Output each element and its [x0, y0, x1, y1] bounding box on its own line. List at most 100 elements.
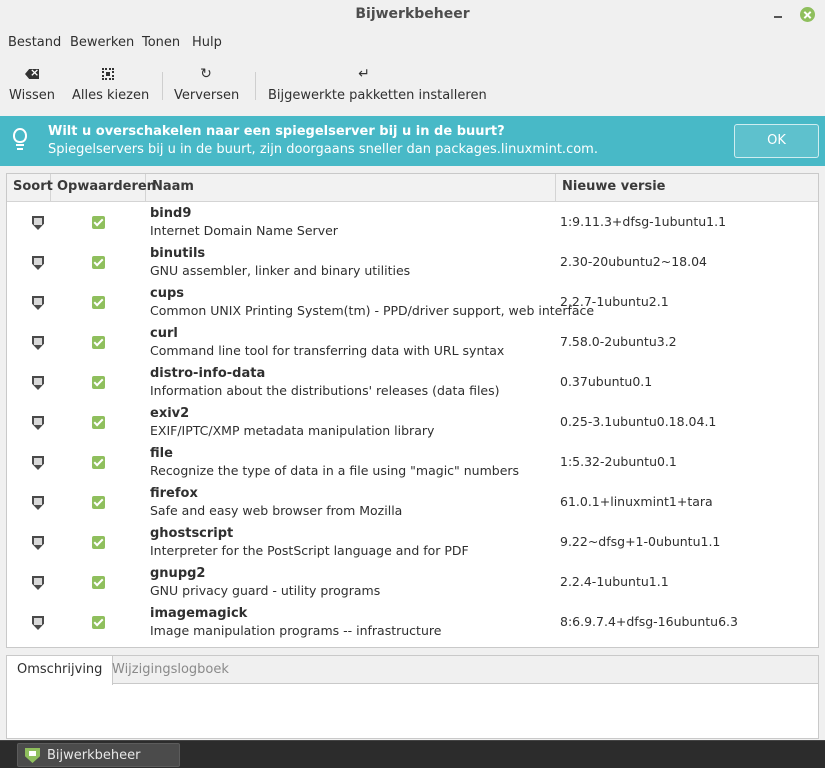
refresh-icon: ↻ [200, 66, 212, 82]
package-description: Common UNIX Printing System(tm) - PPD/dr… [150, 303, 595, 318]
upgrade-checkbox[interactable] [92, 416, 105, 429]
package-description: Safe and easy web browser from Mozilla [150, 503, 403, 518]
window-title: Bijwerkbeheer [355, 6, 470, 22]
package-version: 1:9.11.3+dfsg-1ubuntu1.1 [560, 214, 727, 229]
upgrade-checkbox[interactable] [92, 496, 105, 509]
menu-bestand[interactable]: Bestand [8, 35, 61, 50]
package-name: distro-info-data [150, 366, 266, 381]
column-header-version[interactable]: Nieuwe versie [556, 174, 818, 202]
package-name: curl [150, 326, 178, 341]
package-version: 2.2.4-1ubuntu1.1 [560, 574, 669, 589]
select-all-button[interactable]: Alles kiezen [72, 58, 150, 110]
shield-icon [32, 416, 44, 430]
package-description: Command line tool for transferring data … [150, 343, 505, 358]
list-header: Soort Opwaarderen Naam Nieuwe versie [7, 174, 818, 202]
table-row[interactable]: ghostscript Interpreter for the PostScrip… [7, 522, 818, 562]
upgrade-checkbox[interactable] [92, 576, 105, 589]
table-row[interactable]: exiv2 EXIF/IPTC/XMP metadata manipulation… [7, 402, 818, 442]
package-name: imagemagick [150, 606, 248, 621]
package-name: ghostscript [150, 526, 234, 541]
package-version: 2.30-20ubuntu2~18.04 [560, 254, 707, 269]
upgrade-checkbox[interactable] [92, 336, 105, 349]
menu-tonen[interactable]: Tonen [142, 35, 180, 50]
ok-button[interactable]: OK [734, 124, 819, 158]
install-button[interactable]: ↵ Bijgewerkte pakketten installeren [268, 58, 487, 110]
close-icon[interactable] [800, 7, 815, 22]
package-name: file [150, 446, 173, 461]
package-version: 8:6.9.7.4+dfsg-16ubuntu6.3 [560, 614, 738, 629]
package-description: Information about the distributions' rel… [150, 383, 500, 398]
toolbar-separator [162, 72, 163, 100]
column-header-type[interactable]: Soort [7, 174, 53, 202]
table-row[interactable]: distro-info-data Information about the di… [7, 362, 818, 402]
shield-icon [32, 336, 44, 350]
package-description: Image manipulation programs -- infrastru… [150, 623, 442, 638]
lightbulb-icon [11, 128, 29, 154]
package-description: Interpreter for the PostScript language … [150, 543, 469, 558]
refresh-button[interactable]: ↻ Verversen [174, 58, 240, 110]
tab-changelog[interactable]: Wijzigingslogboek [102, 656, 239, 685]
upgrade-checkbox[interactable] [92, 456, 105, 469]
upgrade-checkbox[interactable] [92, 536, 105, 549]
taskbar-app-button[interactable]: Bijwerkbeheer [17, 743, 180, 767]
mirror-infobar: Wilt u overschakelen naar een spiegelser… [0, 116, 825, 166]
title-bar: Bijwerkbeheer [0, 0, 825, 30]
shield-icon [32, 376, 44, 390]
menu-hulp[interactable]: Hulp [192, 35, 222, 50]
toolbar-separator [255, 72, 256, 100]
upgrade-checkbox[interactable] [92, 376, 105, 389]
package-description: Recognize the type of data in a file usi… [150, 463, 520, 478]
infobar-text: Spiegelservers bij u in de buurt, zijn d… [48, 142, 598, 157]
shield-icon [32, 616, 44, 630]
package-description: Internet Domain Name Server [150, 223, 338, 238]
toolbar: Wissen Alles kiezen ↻ Verversen ↵ Bijgew… [0, 58, 825, 112]
taskbar: Bijwerkbeheer [0, 740, 825, 768]
package-version: 0.37ubuntu0.1 [560, 374, 653, 389]
install-label: Bijgewerkte pakketten installeren [268, 88, 487, 103]
package-name: gnupg2 [150, 566, 206, 581]
clear-icon [23, 66, 41, 82]
table-row[interactable]: cups Common UNIX Printing System(tm) - PP… [7, 282, 818, 322]
table-row[interactable]: bind9 Internet Domain Name Server 1:9.11.3… [7, 202, 818, 242]
menu-bewerken[interactable]: Bewerken [70, 35, 134, 50]
upgrade-checkbox[interactable] [92, 296, 105, 309]
package-name: bind9 [150, 206, 192, 221]
upgrade-checkbox[interactable] [92, 216, 105, 229]
select-all-label: Alles kiezen [72, 88, 150, 103]
shield-icon [32, 496, 44, 510]
column-header-upgrade[interactable]: Opwaarderen [51, 174, 156, 202]
package-name: binutils [150, 246, 206, 261]
table-row[interactable]: binutils GNU assembler, linker and binary… [7, 242, 818, 282]
tab-description[interactable]: Omschrijving [7, 656, 114, 685]
details-panel: Omschrijving Wijzigingslogboek [6, 655, 819, 739]
package-version: 2.2.7-1ubuntu2.1 [560, 294, 669, 309]
table-row[interactable]: imagemagick Image manipulation programs -… [7, 602, 818, 642]
upgrade-checkbox[interactable] [92, 616, 105, 629]
table-row[interactable]: curl Command line tool for transferring d… [7, 322, 818, 362]
column-header-name[interactable]: Naam [146, 174, 556, 202]
refresh-label: Verversen [174, 88, 240, 103]
table-row[interactable]: file Recognize the type of data in a file… [7, 442, 818, 482]
minimize-icon[interactable] [771, 6, 785, 22]
package-version: 7.58.0-2ubuntu3.2 [560, 334, 677, 349]
package-description: GNU privacy guard - utility programs [150, 583, 381, 598]
package-version: 61.0.1+linuxmint1+tara [560, 494, 713, 509]
clear-label: Wissen [9, 88, 55, 103]
upgrade-checkbox[interactable] [92, 256, 105, 269]
package-name: firefox [150, 486, 198, 501]
tab-strip: Omschrijving Wijzigingslogboek [7, 656, 818, 685]
shield-icon [32, 536, 44, 550]
infobar-title: Wilt u overschakelen naar een spiegelser… [48, 124, 505, 139]
table-row[interactable]: firefox Safe and easy web browser from Mo… [7, 482, 818, 522]
package-version: 9.22~dfsg+1-0ubuntu1.1 [560, 534, 721, 549]
package-description: GNU assembler, linker and binary utiliti… [150, 263, 411, 278]
menu-bar: Bestand Bewerken Tonen Hulp [0, 30, 825, 56]
table-row[interactable]: gnupg2 GNU privacy guard - utility progra… [7, 562, 818, 602]
package-version: 1:5.32-2ubuntu0.1 [560, 454, 677, 469]
shield-icon [32, 296, 44, 310]
clear-button[interactable]: Wissen [6, 58, 58, 110]
taskbar-app-label: Bijwerkbeheer [47, 748, 141, 763]
package-name: exiv2 [150, 406, 190, 421]
package-name: cups [150, 286, 185, 301]
update-list: Soort Opwaarderen Naam Nieuwe versie bin… [6, 173, 819, 648]
